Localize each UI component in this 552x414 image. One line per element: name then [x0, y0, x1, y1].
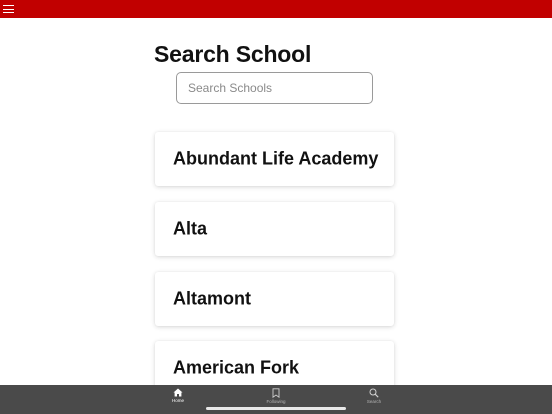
- tab-home-label: Home: [171, 398, 184, 403]
- tab-home[interactable]: Home: [148, 387, 208, 409]
- tab-following[interactable]: Following: [246, 387, 306, 409]
- school-card[interactable]: Abundant Life Academy: [155, 132, 394, 186]
- home-indicator: [206, 407, 346, 410]
- school-card[interactable]: Altamont: [155, 272, 394, 326]
- school-name: Altamont: [173, 288, 251, 309]
- school-card[interactable]: American Fork: [155, 341, 394, 385]
- top-app-bar: [0, 0, 552, 18]
- page-title: Search School: [154, 41, 312, 67]
- tab-search-label: Search: [366, 399, 382, 404]
- school-name: American Fork: [173, 357, 300, 378]
- tab-following-label: Following: [266, 399, 286, 404]
- school-card[interactable]: Alta: [155, 202, 394, 256]
- school-name: Abundant Life Academy: [173, 148, 379, 169]
- search-icon: [369, 388, 379, 398]
- search-input[interactable]: [176, 72, 373, 104]
- bookmark-icon: [272, 388, 280, 398]
- tab-search[interactable]: Search: [344, 387, 404, 409]
- main-content: Search School Abundant Life Academy Alta…: [0, 18, 552, 385]
- hamburger-menu-icon[interactable]: [3, 4, 15, 14]
- home-icon: [173, 388, 183, 397]
- school-name: Alta: [173, 218, 208, 239]
